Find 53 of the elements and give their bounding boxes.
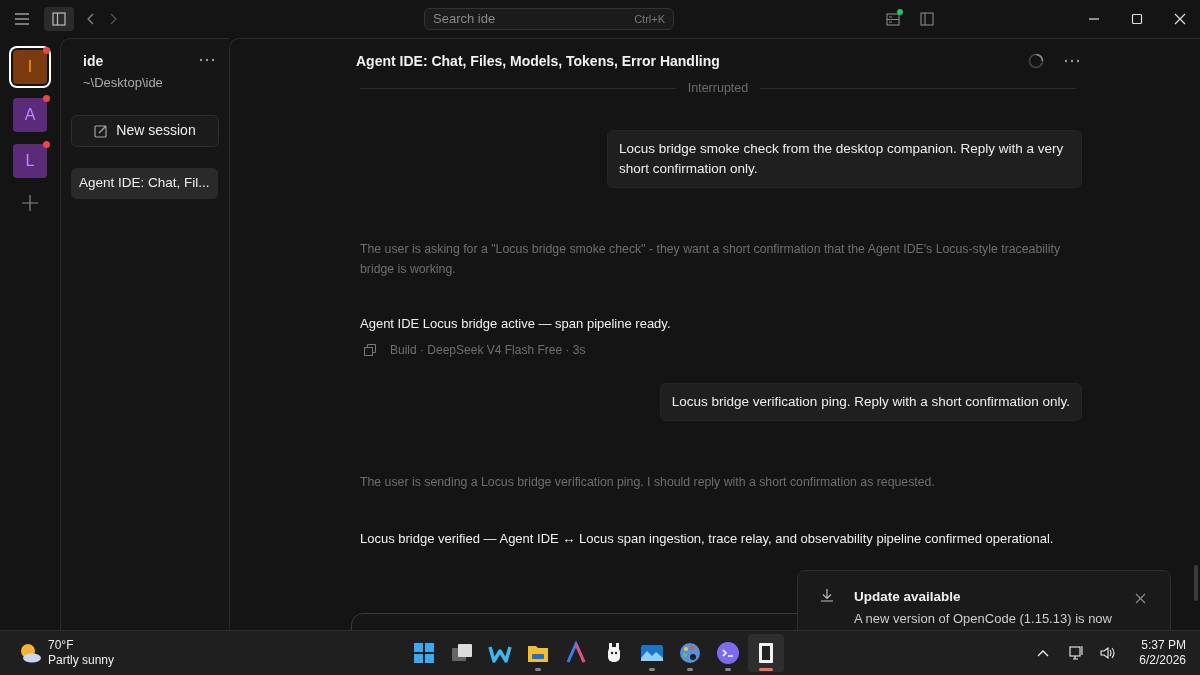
taskbar-button[interactable]: [748, 634, 784, 672]
maximize-icon[interactable]: [1131, 13, 1143, 25]
back-icon[interactable]: [86, 13, 96, 25]
clock-button[interactable]: 5:37 PM 6/2/2026: [1139, 638, 1186, 668]
edit-icon: [94, 123, 109, 138]
message-meta: Build · DeepSeek V4 Flash Free · 3s: [390, 342, 586, 360]
loading-spinner-icon: [1028, 53, 1044, 69]
windows-icon: [412, 641, 436, 665]
notification-text: A new version of OpenCode (1.15.13) is now: [854, 610, 1112, 629]
weather-temperature: 70°F: [48, 638, 75, 653]
session-item[interactable]: Agent IDE: Chat, Fil...: [71, 167, 218, 199]
shortcut-hint: Ctrl+K: [634, 11, 665, 27]
volume-icon[interactable]: [1099, 645, 1116, 661]
user-message: Locus bridge smoke check from the desktop companion. Reply with a very short confirmation only.: [607, 129, 1082, 188]
sidebar-icon: [52, 12, 66, 26]
weather-description: Partly sunny: [48, 653, 115, 668]
status-button[interactable]: [886, 9, 904, 27]
more-icon[interactable]: [1064, 58, 1080, 64]
terminal-icon: [716, 641, 740, 665]
thinking-text: The user is asking for a "Locus bridge smoke check" - they want a short confirmation that the Agent IDE's Locus-style traceability bridge is working.: [360, 240, 1062, 278]
running-indicator: [649, 668, 655, 671]
project-path: ~\Desktop\ide: [83, 74, 163, 92]
paint-palette-icon: [678, 641, 702, 665]
scrollbar: [1194, 565, 1198, 601]
workspace-avatar[interactable]: L: [13, 144, 47, 178]
project-name: ide: [83, 52, 105, 71]
weather-icon[interactable]: [18, 642, 42, 664]
panel-icon[interactable]: [920, 12, 934, 26]
new-session-button[interactable]: New session: [71, 114, 219, 147]
assistant-message: Locus bridge verified — Agent IDE ↔ Locus span ingestion, trace relay, and observability pipeline confirmed operational.: [360, 530, 1055, 549]
list-icon: [886, 12, 900, 26]
running-indicator: [535, 668, 541, 671]
forward-icon[interactable]: [108, 13, 118, 25]
sidebar-toggle-button[interactable]: [44, 7, 74, 31]
menu-icon[interactable]: [14, 11, 30, 27]
more-icon[interactable]: [199, 57, 215, 63]
user-message: Locus bridge verification ping. Reply with a short confirmation only.: [659, 383, 1082, 422]
a-logo-icon: [564, 641, 588, 665]
chevron-up-icon[interactable]: [1037, 649, 1050, 657]
session-title: Agent IDE: Chat, Files, Models, Tokens, Error Handling: [356, 51, 720, 71]
assistant-message: Agent IDE Locus bridge active — span pipeline ready.: [360, 314, 672, 333]
thinking-text: The user is sending a Locus bridge verification ping. I should reply with a short confirmation as requested.: [360, 474, 936, 492]
divider-label: Interrupted: [687, 80, 749, 97]
running-indicator: [759, 668, 773, 671]
notification-title: Update available: [854, 588, 961, 606]
running-indicator: [687, 668, 693, 671]
add-icon[interactable]: [21, 194, 39, 212]
running-indicator: [725, 668, 731, 671]
copy-icon[interactable]: [364, 344, 376, 357]
download-icon: [820, 588, 834, 602]
network-icon[interactable]: [1069, 645, 1086, 661]
search-field[interactable]: Search ide Ctrl+K: [424, 8, 674, 30]
workspace-avatar[interactable]: A: [13, 98, 47, 132]
